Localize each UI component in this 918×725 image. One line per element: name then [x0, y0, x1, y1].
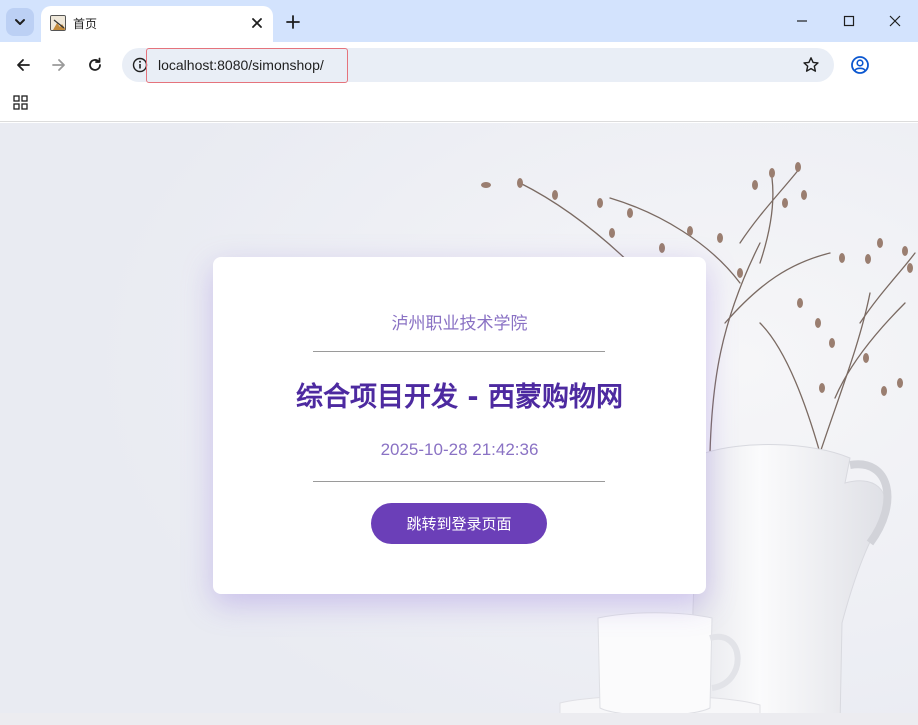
tab-title: 首页 — [73, 17, 98, 31]
welcome-card: 泸州职业技术学院 综合项目开发 - 西蒙购物网 2025-10-28 21:42… — [213, 257, 706, 594]
apps-button[interactable] — [12, 94, 30, 112]
maximize-icon — [843, 15, 855, 27]
close-window-button[interactable] — [873, 6, 917, 36]
apps-grid-icon — [13, 95, 28, 110]
close-icon — [252, 18, 262, 28]
star-icon — [803, 57, 819, 72]
new-tab-button[interactable] — [281, 10, 305, 34]
minimize-button[interactable] — [780, 6, 824, 36]
page-viewport: 泸州职业技术学院 综合项目开发 - 西蒙购物网 2025-10-28 21:42… — [0, 123, 918, 725]
current-datetime: 2025-10-28 21:42:36 — [380, 440, 539, 459]
plus-icon — [286, 15, 300, 29]
url-text[interactable]: localhost:8080/simonshop/ — [158, 57, 324, 73]
divider-bottom — [313, 481, 605, 482]
school-name: 泸州职业技术学院 — [391, 314, 528, 334]
maximize-button[interactable] — [827, 6, 871, 36]
forward-button[interactable] — [45, 51, 73, 79]
tab-search-button[interactable] — [6, 8, 34, 36]
bookmarks-bar — [0, 88, 918, 122]
close-icon — [889, 15, 901, 27]
reload-button[interactable] — [81, 51, 109, 79]
browser-toolbar: localhost:8080/simonshop/ — [0, 42, 918, 88]
page-title: 综合项目开发 - 西蒙购物网 — [295, 382, 623, 413]
url-highlight[interactable]: localhost:8080/simonshop/ — [146, 48, 348, 83]
address-bar[interactable]: localhost:8080/simonshop/ — [122, 48, 834, 83]
browser-tab[interactable]: 首页 — [41, 6, 273, 42]
browser-tabstrip: 首页 — [0, 0, 918, 42]
profile-button[interactable] — [846, 51, 874, 79]
back-button[interactable] — [9, 51, 37, 79]
tab-close-button[interactable] — [247, 13, 267, 33]
arrow-left-icon — [17, 59, 30, 71]
arrow-right-icon — [52, 59, 65, 71]
bookmark-star-button[interactable] — [800, 54, 822, 76]
chevron-down-icon — [15, 19, 25, 25]
account-icon — [851, 56, 869, 74]
go-to-login-button[interactable]: 跳转到登录页面 — [371, 503, 547, 544]
image-icon — [50, 15, 66, 31]
reload-icon — [89, 57, 101, 71]
minimize-icon — [797, 20, 807, 22]
divider-top — [313, 351, 605, 352]
